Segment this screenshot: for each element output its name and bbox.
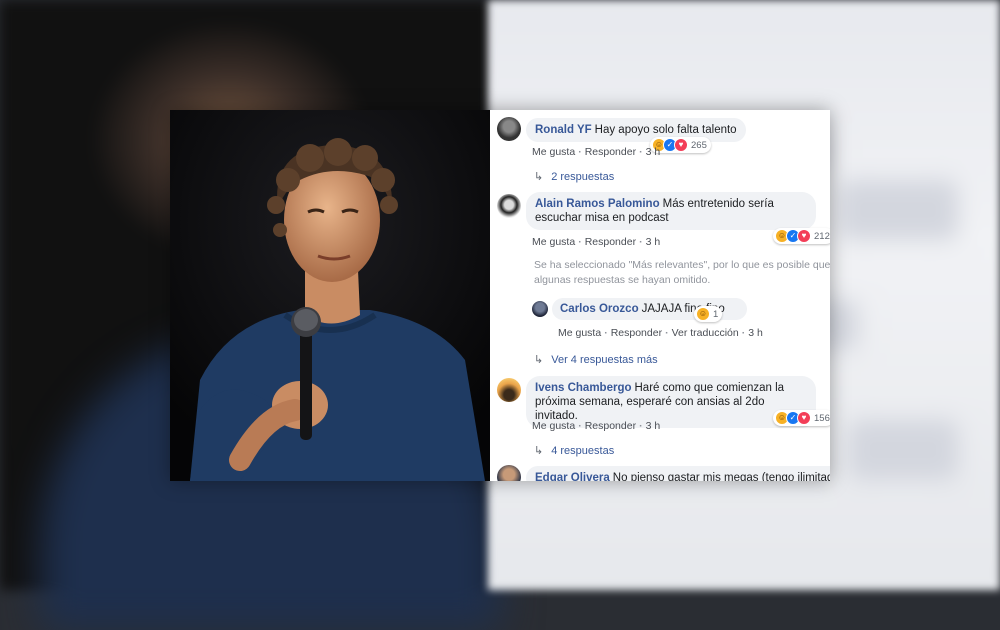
translate-link[interactable]: Ver traducción <box>672 327 739 339</box>
comment-actions: Me gusta · Responder · 3 h <box>532 420 661 432</box>
reaction-count: 212 <box>814 230 830 242</box>
reaction-count: 265 <box>691 139 707 151</box>
timestamp[interactable]: 3 h <box>646 146 661 158</box>
comedian-photo <box>170 110 490 481</box>
haha-icon: ☺ <box>696 307 710 321</box>
avatar[interactable] <box>497 465 521 481</box>
reply-link[interactable]: Responder <box>585 236 636 248</box>
avatar[interactable] <box>497 378 521 402</box>
comment-actions: Me gusta · Responder · 3 h <box>532 236 661 248</box>
view-replies-link[interactable]: ↳ 4 respuestas <box>534 444 614 457</box>
comment-bubble: Edgar Olivera No pienso gastar mis megas … <box>526 466 830 481</box>
reply-link[interactable]: Responder <box>585 420 636 432</box>
reply-actions: Me gusta · Responder · Ver traducción · 3 h <box>558 327 763 339</box>
reactions-badge[interactable]: ☺ ✓ ♥ 156 <box>773 410 830 426</box>
comment-bubble: Ronald YF Hay apoyo solo falta talento <box>526 118 746 142</box>
like-link[interactable]: Me gusta <box>558 327 601 339</box>
like-link[interactable]: Me gusta <box>532 236 575 248</box>
reactions-badge[interactable]: ☺ ✓ ♥ 212 <box>773 228 830 244</box>
like-link[interactable]: Me gusta <box>532 146 575 158</box>
like-link[interactable]: Me gusta <box>532 420 575 432</box>
view-replies-link[interactable]: ↳ 2 respuestas <box>534 170 614 183</box>
author-link[interactable]: Carlos Orozco <box>560 303 639 315</box>
comment-text: Hay apoyo solo falta talento <box>594 124 737 136</box>
reactions-badge[interactable]: ☺ 1 <box>694 306 723 322</box>
avatar[interactable] <box>532 301 548 317</box>
author-link[interactable]: Alain Ramos Palomino <box>535 198 660 210</box>
comments-panel: Ronald YF Hay apoyo solo falta talento ☺ … <box>490 110 830 481</box>
avatar[interactable] <box>497 194 521 218</box>
comment-text: No pienso gastar mis megas (tengo ilimit… <box>612 472 830 481</box>
timestamp[interactable]: 3 h <box>748 327 763 339</box>
reply-arrow-icon: ↳ <box>534 171 544 183</box>
comment-actions: Me gusta · Responder · 3 h <box>532 146 661 158</box>
reaction-count: 156 <box>814 412 830 424</box>
reply-arrow-icon: ↳ <box>534 354 544 366</box>
author-link[interactable]: Ivens Chambergo <box>535 382 632 394</box>
reply-arrow-icon: ↳ <box>534 445 544 457</box>
love-icon: ♥ <box>674 138 688 152</box>
relevance-note: Se ha seleccionado "Más relevantes", por… <box>534 259 830 286</box>
reply-link[interactable]: Responder <box>611 327 662 339</box>
comment-bubble: Alain Ramos Palomino Más entretenido serí… <box>526 192 816 230</box>
love-icon: ♥ <box>797 229 811 243</box>
timestamp[interactable]: 3 h <box>646 420 661 432</box>
avatar[interactable] <box>497 117 521 141</box>
view-more-replies-link[interactable]: ↳ Ver 4 respuestas más <box>534 353 658 366</box>
timestamp[interactable]: 3 h <box>646 236 661 248</box>
meme-card: Ronald YF Hay apoyo solo falta talento ☺ … <box>170 110 830 481</box>
reaction-count: 1 <box>713 308 719 320</box>
author-link[interactable]: Ronald YF <box>535 124 592 136</box>
love-icon: ♥ <box>797 411 811 425</box>
reply-link[interactable]: Responder <box>585 146 636 158</box>
author-link[interactable]: Edgar Olivera <box>535 472 610 481</box>
